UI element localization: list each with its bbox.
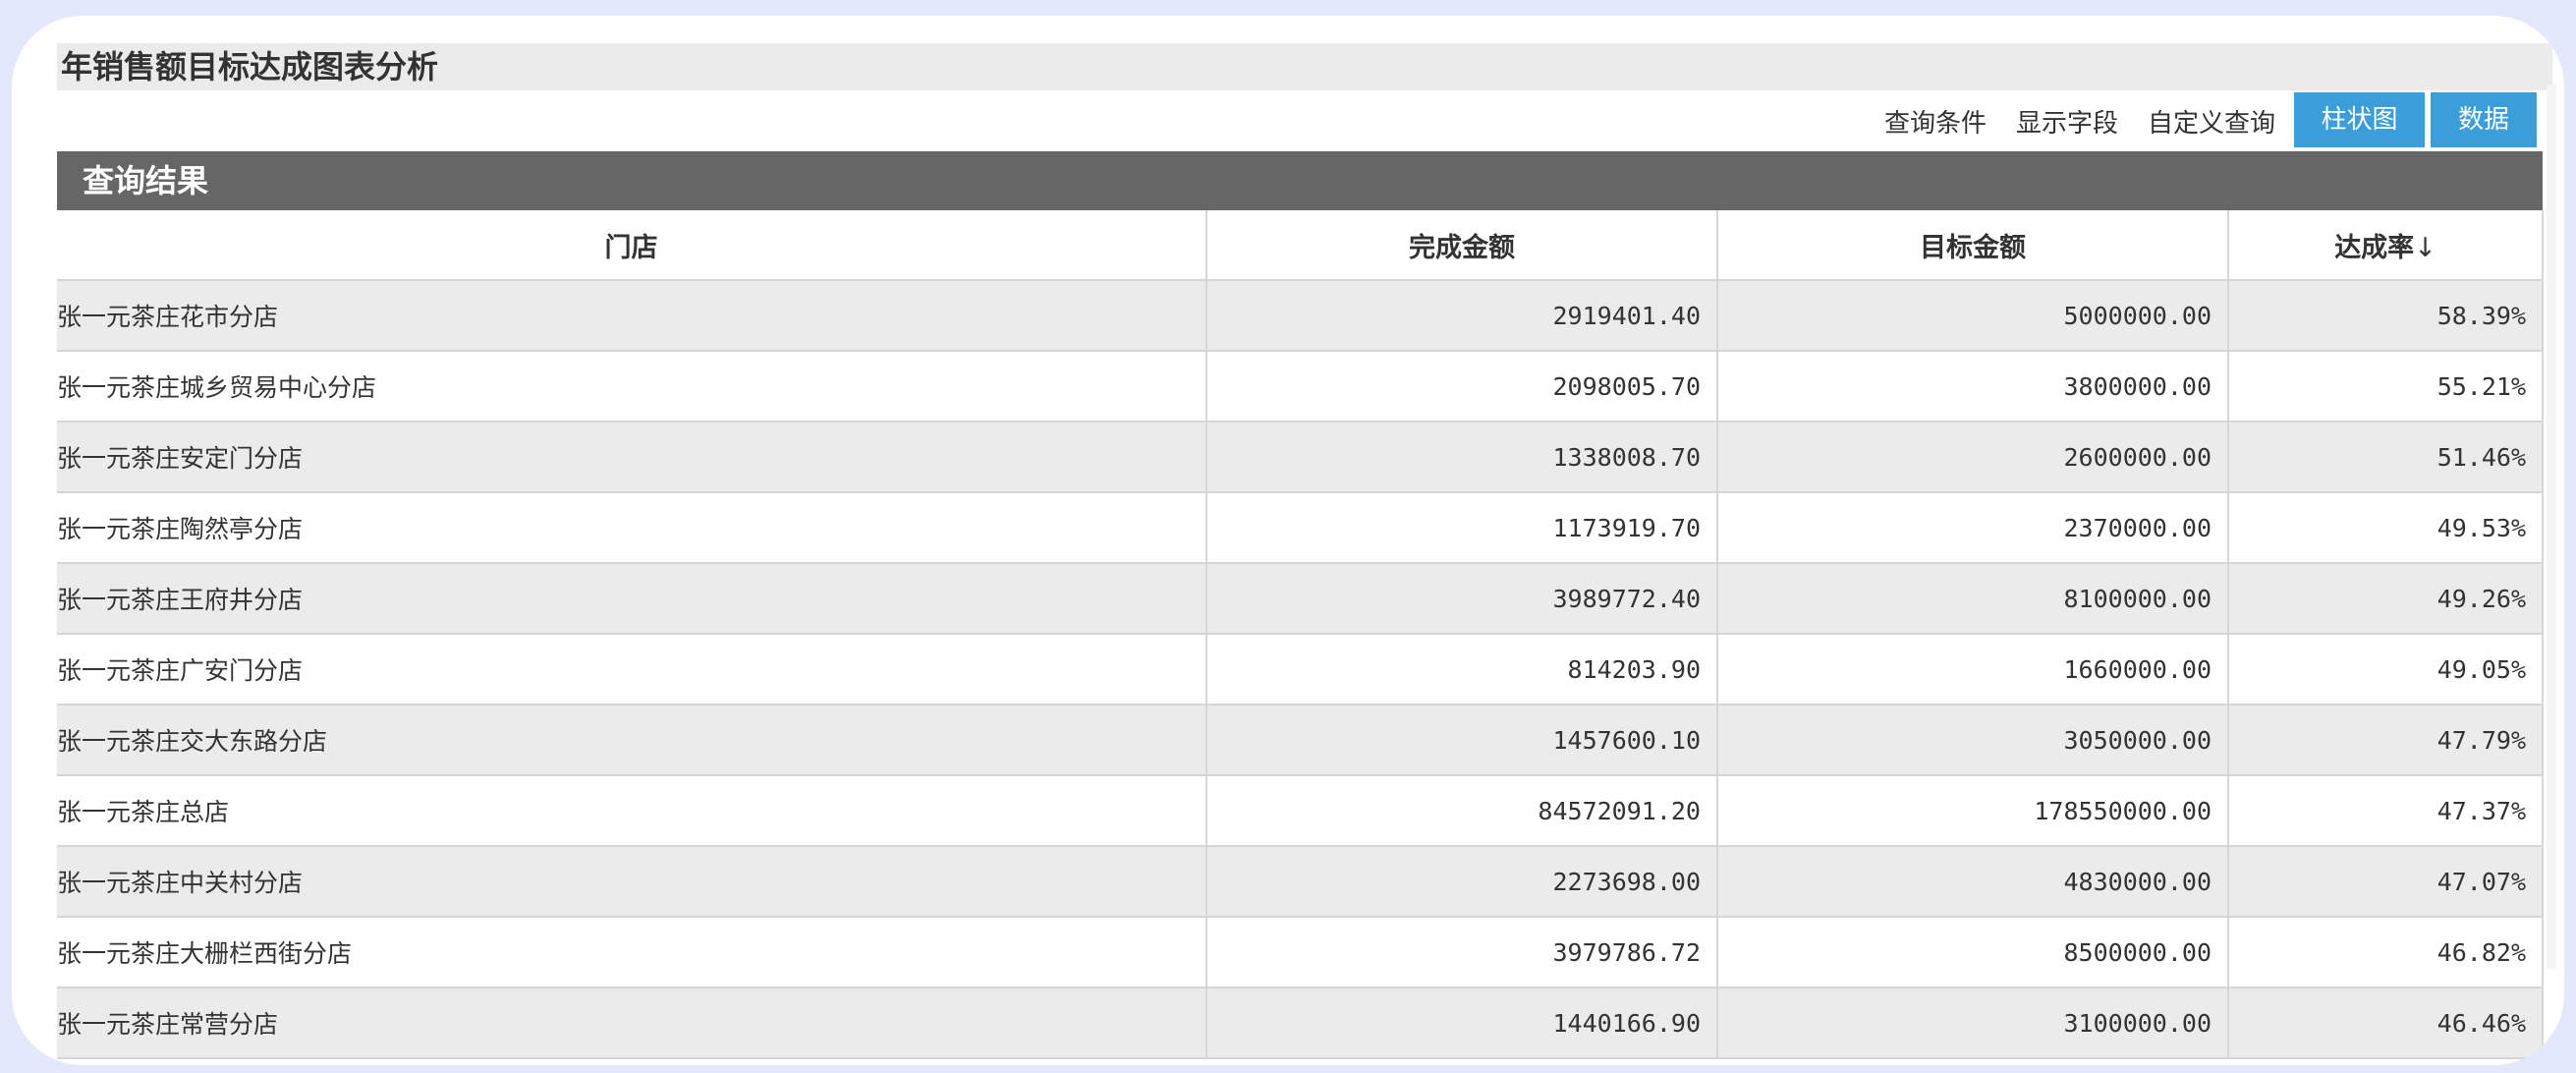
table-row[interactable]: 张一元茶庄花市分店 2919401.40 5000000.00 58.39% [57, 280, 2544, 352]
column-header-store[interactable]: 门店 [57, 210, 1207, 281]
target-amount-cell: 8100000.00 [1717, 563, 2229, 635]
target-amount-cell: 178550000.00 [1717, 775, 2229, 847]
target-amount-cell: 1660000.00 [1717, 634, 2229, 706]
column-header-completed[interactable]: 完成金额 [1206, 210, 1718, 281]
table-header-row: 门店 完成金额 目标金额 达成率↓ [57, 210, 2544, 281]
achievement-rate-cell: 46.46% [2228, 988, 2544, 1059]
target-amount-cell: 2370000.00 [1717, 492, 2229, 564]
column-header-target[interactable]: 目标金额 [1717, 210, 2229, 281]
achievement-rate-cell: 49.05% [2228, 634, 2544, 706]
target-amount-cell: 4830000.00 [1717, 846, 2229, 918]
vertical-scrollbar[interactable] [2547, 85, 2556, 969]
table-row[interactable]: 张一元茶庄陶然亭分店 1173919.70 2370000.00 49.53% [57, 492, 2544, 564]
store-cell: 张一元茶庄广安门分店 [57, 634, 1207, 706]
store-cell: 张一元茶庄陶然亭分店 [57, 492, 1207, 564]
store-cell: 张一元茶庄常营分店 [57, 988, 1207, 1059]
completed-amount-cell: 2919401.40 [1206, 280, 1718, 352]
table-row[interactable]: 张一元茶庄常营分店 1440166.90 3100000.00 46.46% [57, 988, 2544, 1059]
completed-amount-cell: 1338008.70 [1206, 422, 1718, 493]
target-amount-cell: 5000000.00 [1717, 280, 2229, 352]
toolbar: 查询条件 显示字段 自定义查询 柱状图 数据 [57, 92, 2552, 149]
column-header-rate-label: 达成率 [2334, 232, 2415, 263]
store-cell: 张一元茶庄安定门分店 [57, 422, 1207, 493]
completed-amount-cell: 3979786.72 [1206, 917, 1718, 988]
table-row[interactable]: 张一元茶庄交大东路分店 1457600.10 3050000.00 47.79% [57, 705, 2544, 776]
completed-amount-cell: 1440166.90 [1206, 988, 1718, 1059]
table-row[interactable]: 张一元茶庄广安门分店 814203.90 1660000.00 49.05% [57, 634, 2544, 706]
target-amount-cell: 3800000.00 [1717, 351, 2229, 423]
table-row[interactable]: 张一元茶庄城乡贸易中心分店 2098005.70 3800000.00 55.2… [57, 351, 2544, 423]
store-cell: 张一元茶庄中关村分店 [57, 846, 1207, 918]
bar-chart-button[interactable]: 柱状图 [2294, 92, 2425, 147]
custom-query-link[interactable]: 自定义查询 [2148, 103, 2275, 140]
results-header: 查询结果 [57, 151, 2543, 210]
table-row[interactable]: 张一元茶庄大栅栏西街分店 3979786.72 8500000.00 46.82… [57, 917, 2544, 988]
page-title: 年销售额目标达成图表分析 [57, 43, 2552, 90]
app-window: 年销售额目标达成图表分析 查询条件 显示字段 自定义查询 柱状图 数据 查询结果… [12, 16, 2564, 1065]
completed-amount-cell: 84572091.20 [1206, 775, 1718, 847]
results-table: 门店 完成金额 目标金额 达成率↓ 张一元茶庄花市分店 2919401.40 5… [57, 210, 2544, 1059]
completed-amount-cell: 1173919.70 [1206, 492, 1718, 564]
achievement-rate-cell: 47.79% [2228, 705, 2544, 776]
completed-amount-cell: 3989772.40 [1206, 563, 1718, 635]
achievement-rate-cell: 46.82% [2228, 917, 2544, 988]
store-cell: 张一元茶庄花市分店 [57, 280, 1207, 352]
completed-amount-cell: 2098005.70 [1206, 351, 1718, 423]
target-amount-cell: 3100000.00 [1717, 988, 2229, 1059]
achievement-rate-cell: 49.26% [2228, 563, 2544, 635]
store-cell: 张一元茶庄大栅栏西街分店 [57, 917, 1207, 988]
data-button[interactable]: 数据 [2431, 92, 2537, 147]
store-cell: 张一元茶庄城乡贸易中心分店 [57, 351, 1207, 423]
completed-amount-cell: 814203.90 [1206, 634, 1718, 706]
table-row[interactable]: 张一元茶庄中关村分店 2273698.00 4830000.00 47.07% [57, 846, 2544, 918]
table-row[interactable]: 张一元茶庄王府井分店 3989772.40 8100000.00 49.26% [57, 563, 2544, 635]
achievement-rate-cell: 51.46% [2228, 422, 2544, 493]
completed-amount-cell: 2273698.00 [1206, 846, 1718, 918]
completed-amount-cell: 1457600.10 [1206, 705, 1718, 776]
achievement-rate-cell: 55.21% [2228, 351, 2544, 423]
report-panel: 年销售额目标达成图表分析 查询条件 显示字段 自定义查询 柱状图 数据 查询结果… [57, 24, 2552, 1065]
store-cell: 张一元茶庄王府井分店 [57, 563, 1207, 635]
achievement-rate-cell: 58.39% [2228, 280, 2544, 352]
display-fields-link[interactable]: 显示字段 [2016, 103, 2118, 140]
sort-desc-icon: ↓ [2414, 232, 2436, 263]
target-amount-cell: 3050000.00 [1717, 705, 2229, 776]
toolbar-links: 查询条件 显示字段 自定义查询 [1884, 92, 2275, 149]
column-header-rate[interactable]: 达成率↓ [2228, 210, 2544, 281]
table-row[interactable]: 张一元茶庄总店 84572091.20 178550000.00 47.37% [57, 775, 2544, 847]
query-conditions-link[interactable]: 查询条件 [1884, 103, 1987, 140]
target-amount-cell: 8500000.00 [1717, 917, 2229, 988]
store-cell: 张一元茶庄总店 [57, 775, 1207, 847]
table-row[interactable]: 张一元茶庄安定门分店 1338008.70 2600000.00 51.46% [57, 422, 2544, 493]
target-amount-cell: 2600000.00 [1717, 422, 2229, 493]
achievement-rate-cell: 49.53% [2228, 492, 2544, 564]
achievement-rate-cell: 47.37% [2228, 775, 2544, 847]
store-cell: 张一元茶庄交大东路分店 [57, 705, 1207, 776]
achievement-rate-cell: 47.07% [2228, 846, 2544, 918]
